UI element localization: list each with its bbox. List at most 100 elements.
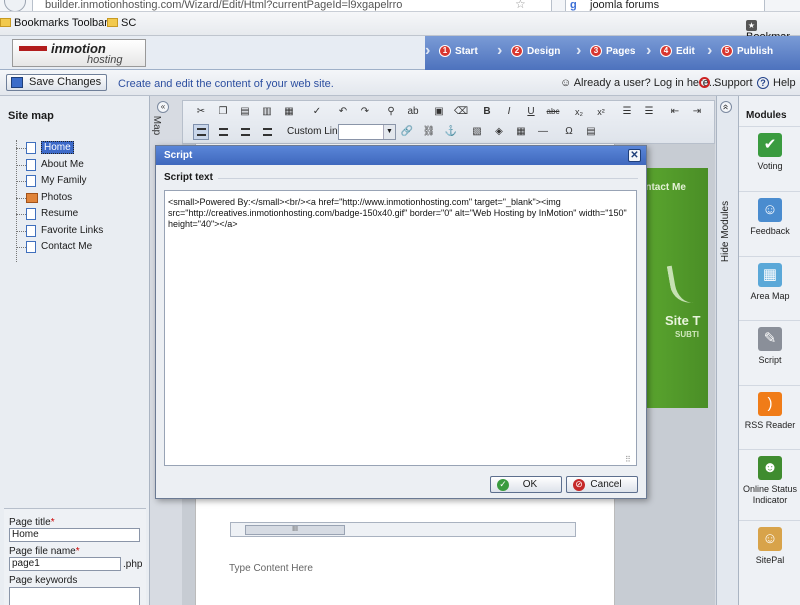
subscript-icon[interactable]: x₂ (571, 104, 587, 120)
rss-icon: ) (758, 392, 782, 416)
undo-icon[interactable]: ↶ (335, 104, 351, 120)
replace-icon[interactable]: ab (405, 104, 421, 120)
table-icon[interactable]: ▦ (513, 124, 529, 140)
edit-hint-text: Create and edit the content of your web … (118, 78, 334, 90)
module-script[interactable]: ✎ Script (739, 320, 800, 384)
tree-item-resume[interactable]: Resume (16, 206, 146, 223)
collapse-right-icon[interactable]: » (720, 101, 732, 113)
form-icon[interactable]: ▤ (583, 124, 599, 140)
module-area-map[interactable]: ▦ Area Map (739, 256, 800, 320)
paste-text-icon[interactable]: ▥ (259, 104, 275, 120)
step-publish[interactable]: › 5 Publish (707, 42, 773, 59)
tree-item-contact-me[interactable]: Contact Me (16, 239, 146, 256)
page-file-name-input[interactable]: page1 (9, 557, 121, 571)
close-icon[interactable]: ✕ (628, 149, 641, 162)
superscript-icon[interactable]: x² (593, 104, 609, 120)
search-value: joomla forums (590, 0, 660, 11)
ok-button[interactable]: ✓ OK (490, 476, 562, 493)
module-voting[interactable]: ✔ Voting (739, 126, 800, 190)
numbered-list-icon[interactable]: ☰ (619, 104, 635, 120)
folder-icon (107, 18, 118, 27)
tree-item-home[interactable]: Home (16, 140, 146, 157)
flash-icon[interactable]: ◈ (491, 124, 507, 140)
cancel-button[interactable]: ⊘ Cancel (566, 476, 638, 493)
wizard-steps: › 1 Start › 2 Design › 3 Pages › 4 Edit › 5 Publis… (425, 36, 800, 70)
hide-modules-tab[interactable]: » Hide Modules (716, 96, 738, 605)
bulleted-list-icon[interactable]: ☰ (641, 104, 657, 120)
tree-item-my-family[interactable]: My Family (16, 173, 146, 190)
horizontal-scrollbar[interactable]: III (230, 522, 576, 537)
align-center-icon[interactable] (215, 124, 231, 140)
support-link[interactable]: Support (699, 77, 753, 89)
select-all-icon[interactable]: ▣ (431, 104, 447, 120)
logo-subtitle: hosting (87, 54, 123, 66)
inmotion-logo: inmotion hosting (12, 39, 146, 67)
underline-icon[interactable]: U (523, 104, 539, 120)
custom-links-select[interactable]: ▼ (338, 124, 396, 140)
paste-word-icon[interactable]: ▦ (281, 104, 297, 120)
chevron-down-icon: ▼ (383, 125, 395, 139)
module-rss-reader[interactable]: ) RSS Reader (739, 385, 800, 449)
module-sitepal[interactable]: ☺ SitePal (739, 520, 800, 584)
area-map-icon: ▦ (758, 263, 782, 287)
page-keywords-input[interactable] (9, 587, 140, 605)
image-icon[interactable]: ▧ (469, 124, 485, 140)
step-edit[interactable]: › 4 Edit (646, 42, 695, 59)
step-design[interactable]: › 2 Design (497, 42, 560, 59)
content-placeholder[interactable]: Type Content Here (229, 563, 313, 574)
scrollbar-thumb[interactable]: III (245, 525, 345, 535)
justify-icon[interactable] (259, 124, 275, 140)
bookmarks-bar: Bookmarks Toolbar SC ★Bookmar (0, 12, 800, 43)
copy-icon[interactable]: ❐ (215, 104, 231, 120)
align-left-icon[interactable] (193, 124, 209, 140)
app-header: inmotion hosting › 1 Start › 2 Design › 3 Page… (0, 36, 800, 70)
search-field[interactable]: g joomla forums (565, 0, 765, 11)
italic-icon[interactable]: I (501, 104, 517, 120)
voting-icon: ✔ (758, 133, 782, 157)
logo-swoosh (19, 46, 47, 51)
map-tab[interactable]: Map (151, 100, 169, 150)
horizontal-rule-icon[interactable]: ― (535, 124, 551, 140)
step-start[interactable]: › 1 Start (425, 42, 478, 59)
help-link[interactable]: ? Help (757, 77, 796, 89)
indent-icon[interactable]: ⇥ (689, 104, 705, 120)
outdent-icon[interactable]: ⇤ (667, 104, 683, 120)
site-map-panel: Site map « Home About Me My Family Photo… (0, 96, 169, 605)
special-char-icon[interactable]: Ω (561, 124, 577, 140)
module-online-status[interactable]: ☻ Online Status Indicator (739, 449, 800, 515)
save-changes-button[interactable]: Save Changes (6, 74, 107, 91)
address-field[interactable]: builder.inmotionhosting.com/Wizard/Edit/… (32, 0, 552, 11)
help-icon: ? (757, 77, 769, 89)
bold-icon[interactable]: B (479, 104, 495, 120)
login-link[interactable]: ☺ Already a user? Log in here... (560, 77, 718, 89)
module-feedback[interactable]: ☺ Feedback (739, 191, 800, 255)
user-icon: ☺ (560, 77, 574, 89)
paste-icon[interactable]: ▤ (237, 104, 253, 120)
bookmark-star-icon[interactable]: ☆ (515, 0, 526, 11)
align-right-icon[interactable] (237, 124, 253, 140)
anchor-icon[interactable]: ⚓ (443, 124, 459, 140)
tree-item-about-me[interactable]: About Me (16, 157, 146, 174)
back-button[interactable] (4, 0, 26, 11)
strikethrough-icon[interactable]: abc (545, 104, 561, 120)
unlink-icon[interactable]: ⛓ (421, 124, 437, 140)
find-icon[interactable]: ⚲ (383, 104, 399, 120)
remove-format-icon[interactable]: ⌫ (453, 104, 469, 120)
bookmark-sc[interactable]: SC (107, 17, 136, 29)
link-icon[interactable]: 🔗 (399, 124, 415, 140)
spellcheck-icon[interactable]: ✓ (309, 104, 325, 120)
cut-icon[interactable]: ✂ (193, 104, 209, 120)
banner-leaf-graphic (666, 262, 698, 306)
chevron-right-icon: › (576, 42, 582, 59)
redo-icon[interactable]: ↷ (357, 104, 373, 120)
step-pages[interactable]: › 3 Pages (576, 42, 635, 59)
page-file-name-label: Page file name* (9, 546, 80, 557)
resize-grip-icon[interactable]: ⠿ (625, 455, 631, 464)
tree-item-favorite-links[interactable]: Favorite Links (16, 223, 146, 240)
bookmarks-toolbar-folder[interactable]: Bookmarks Toolbar (0, 17, 108, 29)
modules-title: Modules (746, 110, 787, 121)
page-title-input[interactable]: Home (9, 528, 140, 542)
photo-page-icon (26, 192, 38, 203)
script-textarea[interactable]: <small>Powered By:</small><br/><a href="… (164, 190, 637, 466)
tree-item-photos[interactable]: Photos (16, 190, 146, 207)
